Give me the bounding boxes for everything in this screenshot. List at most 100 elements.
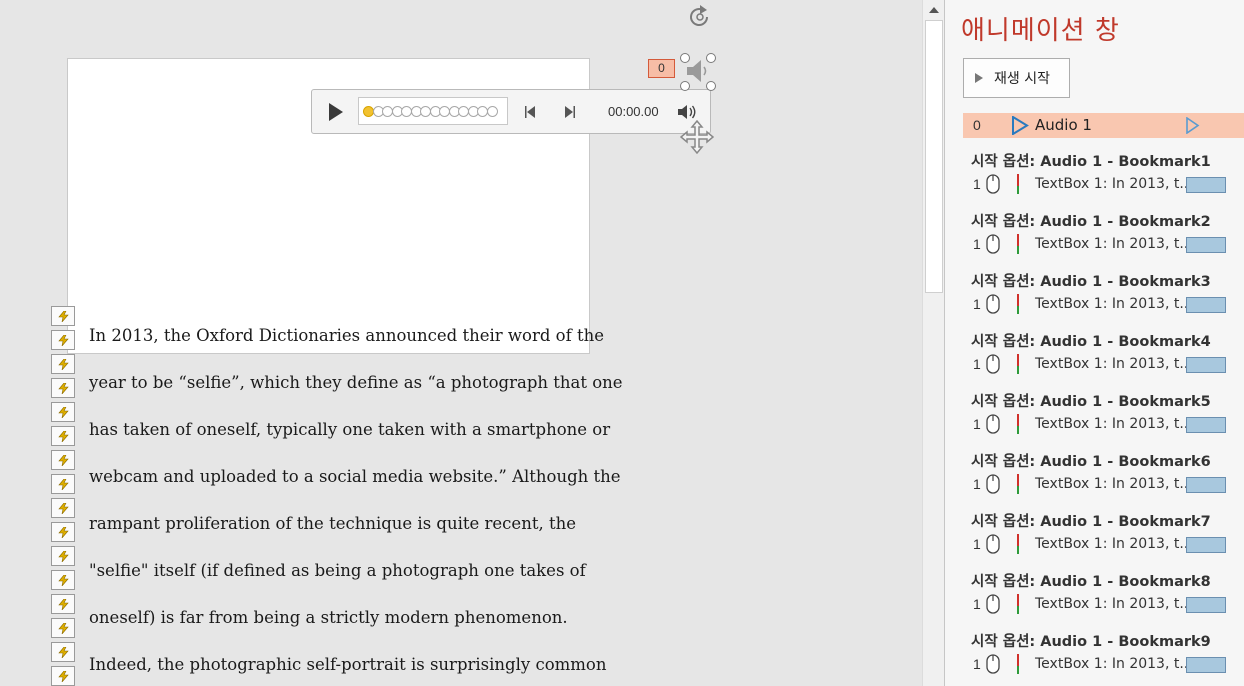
trigger-group-header: 시작 옵션: Audio 1 - Bookmark9 (971, 634, 1211, 650)
trigger-lightning-icon[interactable] (51, 594, 75, 614)
animation-item-textbox[interactable]: 1 TextBox 1: In 2013, t... (971, 594, 1241, 616)
move-handle-icon[interactable] (680, 120, 714, 154)
rotate-handle-icon[interactable] (685, 3, 715, 31)
trigger-lightning-icon[interactable] (51, 450, 75, 470)
animation-item-textbox[interactable]: 1 TextBox 1: In 2013, t... (971, 294, 1241, 316)
scroll-up-icon[interactable] (926, 2, 942, 18)
trigger-group[interactable]: 시작 옵션: Audio 1 - Bookmark8 1 TextBox 1: In… (971, 568, 1241, 628)
play-icon[interactable] (324, 101, 346, 123)
slide-editing-area[interactable]: In 2013, the Oxford Dictionaries announc… (0, 0, 922, 686)
animation-index: 1 (973, 296, 981, 312)
trigger-lightning-icon[interactable] (51, 330, 75, 350)
timing-bar[interactable] (1186, 357, 1226, 373)
scrollbar-thumb[interactable] (925, 20, 943, 293)
trigger-group-header: 시작 옵션: Audio 1 - Bookmark7 (971, 514, 1211, 530)
resize-handle[interactable] (680, 53, 690, 63)
resize-handle[interactable] (680, 81, 690, 91)
timing-bar[interactable] (1186, 237, 1226, 253)
animation-item-textbox[interactable]: 1 TextBox 1: In 2013, t... (971, 414, 1241, 436)
trigger-lightning-icon[interactable] (51, 402, 75, 422)
volume-icon[interactable] (676, 102, 698, 122)
trigger-group[interactable]: 시작 옵션: Audio 1 - Bookmark1 1 TextBox 1: In… (971, 148, 1241, 208)
animation-item-textbox[interactable]: 1 TextBox 1: In 2013, t... (971, 354, 1241, 376)
previous-icon[interactable] (524, 104, 538, 120)
vertical-scrollbar[interactable] (922, 0, 944, 686)
animation-item-label: TextBox 1: In 2013, t... (1035, 536, 1193, 552)
trigger-lightning-icon[interactable] (51, 522, 75, 542)
text-line: has taken of oneself, typically one take… (89, 420, 611, 439)
trigger-lightning-icon[interactable] (51, 306, 75, 326)
timing-bar[interactable] (1186, 417, 1226, 433)
text-line: rampant proliferation of the technique i… (89, 514, 576, 533)
text-line: webcam and uploaded to a social media we… (89, 467, 621, 486)
trigger-group-header: 시작 옵션: Audio 1 - Bookmark8 (971, 574, 1211, 590)
trigger-lightning-icon[interactable] (51, 378, 75, 398)
animation-order-badge[interactable]: 0 (648, 59, 675, 78)
play-icon (975, 73, 983, 83)
animation-item-label: TextBox 1: In 2013, t... (1035, 176, 1193, 192)
mouse-click-icon (986, 174, 1000, 194)
mouse-click-icon (986, 234, 1000, 254)
animation-pane: 애니메이션 창 재생 시작 0 Audio 1 시작 옵션: Audio 1 -… (944, 0, 1244, 686)
effect-indicator-icon (1017, 594, 1019, 614)
trigger-lightning-icon[interactable] (51, 354, 75, 374)
trigger-lightning-icon[interactable] (51, 474, 75, 494)
media-timeline[interactable] (358, 97, 508, 125)
animation-index: 1 (973, 476, 981, 492)
media-player-bar: 00:00.00 (311, 89, 711, 134)
trigger-group[interactable]: 시작 옵션: Audio 1 - Bookmark4 1 TextBox 1: In… (971, 328, 1241, 388)
animation-index: 1 (973, 176, 981, 192)
trigger-group-header: 시작 옵션: Audio 1 - Bookmark6 (971, 454, 1211, 470)
trigger-group[interactable]: 시작 옵션: Audio 1 - Bookmark9 1 TextBox 1: In… (971, 628, 1241, 686)
animation-item-label: TextBox 1: In 2013, t... (1035, 476, 1193, 492)
timing-marker-icon[interactable] (1185, 117, 1200, 134)
animation-item-label: TextBox 1: In 2013, t... (1035, 296, 1193, 312)
timing-bar[interactable] (1186, 477, 1226, 493)
play-from-button[interactable]: 재생 시작 (963, 58, 1070, 98)
timing-bar[interactable] (1186, 177, 1226, 193)
timing-bar[interactable] (1186, 297, 1226, 313)
mouse-click-icon (986, 414, 1000, 434)
animation-item-textbox[interactable]: 1 TextBox 1: In 2013, t... (971, 174, 1241, 196)
timing-bar[interactable] (1186, 597, 1226, 613)
mouse-click-icon (986, 594, 1000, 614)
trigger-lightning-icon[interactable] (51, 498, 75, 518)
animation-index: 1 (973, 416, 981, 432)
animation-item-textbox[interactable]: 1 TextBox 1: In 2013, t... (971, 534, 1241, 556)
bookmark-marker[interactable] (486, 106, 498, 117)
effect-indicator-icon (1017, 534, 1019, 554)
play-from-label: 재생 시작 (994, 71, 1050, 87)
timing-bar[interactable] (1186, 657, 1226, 673)
resize-handle[interactable] (706, 53, 716, 63)
animation-item-textbox[interactable]: 1 TextBox 1: In 2013, t... (971, 654, 1241, 676)
trigger-lightning-icon[interactable] (51, 642, 75, 662)
mouse-click-icon (986, 354, 1000, 374)
animation-item-textbox[interactable]: 1 TextBox 1: In 2013, t... (971, 474, 1241, 496)
animation-item-audio[interactable]: 0 Audio 1 (963, 113, 1244, 138)
text-line: oneself) is far from being a strictly mo… (89, 608, 568, 627)
animation-item-label: TextBox 1: In 2013, t... (1035, 596, 1193, 612)
trigger-lightning-icon[interactable] (51, 546, 75, 566)
effect-indicator-icon (1017, 354, 1019, 374)
text-line: "selfie" itself (if defined as being a p… (89, 561, 586, 580)
animation-index: 0 (973, 117, 981, 133)
timing-bar[interactable] (1186, 537, 1226, 553)
trigger-group[interactable]: 시작 옵션: Audio 1 - Bookmark3 1 TextBox 1: In… (971, 268, 1241, 328)
media-time: 00:00.00 (608, 104, 659, 119)
effect-indicator-icon (1017, 234, 1019, 254)
trigger-group[interactable]: 시작 옵션: Audio 1 - Bookmark5 1 TextBox 1: In… (971, 388, 1241, 448)
effect-indicator-icon (1017, 294, 1019, 314)
trigger-lightning-icon[interactable] (51, 426, 75, 446)
next-icon[interactable] (562, 104, 576, 120)
trigger-lightning-icon[interactable] (51, 666, 75, 686)
trigger-lightning-icon[interactable] (51, 570, 75, 590)
resize-handle[interactable] (706, 81, 716, 91)
trigger-group[interactable]: 시작 옵션: Audio 1 - Bookmark6 1 TextBox 1: In… (971, 448, 1241, 508)
text-line: In 2013, the Oxford Dictionaries announc… (89, 326, 604, 345)
trigger-group[interactable]: 시작 옵션: Audio 1 - Bookmark2 1 TextBox 1: In… (971, 208, 1241, 268)
trigger-lightning-icon[interactable] (51, 618, 75, 638)
slide-textbox[interactable]: In 2013, the Oxford Dictionaries announc… (89, 314, 623, 686)
effect-indicator-icon (1017, 414, 1019, 434)
trigger-group[interactable]: 시작 옵션: Audio 1 - Bookmark7 1 TextBox 1: In… (971, 508, 1241, 568)
animation-item-textbox[interactable]: 1 TextBox 1: In 2013, t... (971, 234, 1241, 256)
